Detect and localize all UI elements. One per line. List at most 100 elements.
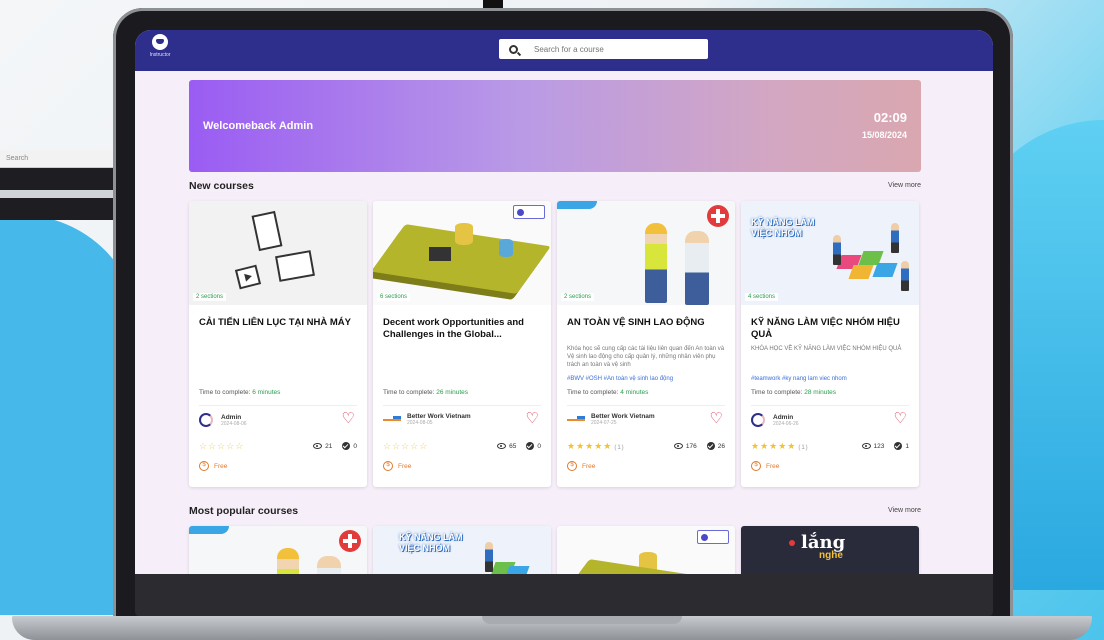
- decorative-shape: [557, 201, 597, 209]
- rating-stars: ☆☆☆☆☆: [383, 441, 429, 451]
- welcome-banner: Welcomeback Admin 02:09 15/08/2024: [189, 80, 921, 172]
- completions-count: 0: [353, 442, 357, 450]
- search-input[interactable]: [534, 44, 694, 54]
- time-to-complete: Time to complete: 26 minutes: [383, 389, 468, 396]
- course-price: $ Free: [199, 461, 227, 471]
- person-illustration: [833, 235, 841, 265]
- coin-icon: $: [383, 461, 393, 471]
- course-title[interactable]: AN TOÀN VỆ SINH LAO ĐỘNG: [567, 317, 727, 329]
- views-stat: 21: [313, 443, 332, 450]
- card-divider: [751, 405, 909, 406]
- rating-stars: ★★★★★ (1): [567, 441, 625, 451]
- course-card[interactable]: [557, 526, 735, 574]
- views-count: 65: [509, 442, 517, 450]
- time-to-complete: Time to complete: 4 minutes: [567, 389, 648, 396]
- person-illustration: [485, 542, 493, 572]
- views-count: 123: [873, 442, 885, 450]
- course-card[interactable]: 2 sections AN TOÀN VỆ SINH LAO ĐỘNG Khóa…: [557, 201, 735, 487]
- course-thumbnail[interactable]: [189, 526, 367, 574]
- worker-illustration: [685, 231, 709, 305]
- search-bar[interactable]: [499, 39, 708, 59]
- document-icon: [251, 210, 283, 252]
- course-thumbnail[interactable]: [557, 526, 735, 574]
- coin-icon: $: [567, 461, 577, 471]
- course-author: Admin 2024-08-06: [199, 413, 247, 427]
- laptop-notch: [482, 616, 682, 624]
- completions-stat: 0: [342, 442, 357, 450]
- course-card[interactable]: 2 sections CẢI TIẾN LIÊN LỤC TẠI NHÀ MÁY…: [189, 201, 367, 487]
- course-price: $ Free: [383, 461, 411, 471]
- course-thumbnail[interactable]: 2 sections: [557, 201, 735, 305]
- course-stats: 21 0: [313, 442, 357, 450]
- chip-illustration: [429, 247, 451, 261]
- sections-count: 6 sections: [377, 293, 411, 301]
- author-name: Better Work Vietnam: [591, 413, 655, 420]
- views-count: 176: [685, 442, 697, 450]
- heart-icon[interactable]: ♡: [342, 411, 355, 426]
- course-card[interactable]: [189, 526, 367, 574]
- time-value: 28 minutes: [804, 389, 837, 396]
- course-title[interactable]: CẢI TIẾN LIÊN LỤC TẠI NHÀ MÁY: [199, 317, 359, 329]
- author-name: Admin: [773, 413, 794, 421]
- course-thumbnail[interactable]: 6 sections: [373, 201, 551, 305]
- coin-icon: $: [199, 461, 209, 471]
- author-name: Better Work Vietnam: [407, 413, 471, 420]
- price-label: Free: [582, 462, 596, 470]
- app-logo[interactable]: Instructor: [145, 34, 175, 58]
- time-label: Time to complete:: [751, 389, 803, 396]
- course-description: KHÓA HỌC VỀ KỸ NĂNG LÀM VIỆC NHÓM HIỆU Q…: [751, 346, 902, 352]
- better-work-logo-icon: [383, 415, 401, 424]
- heart-icon[interactable]: ♡: [526, 411, 539, 426]
- course-card[interactable]: KỸ NĂNG LÀM VIỆC NHÓM: [373, 526, 551, 574]
- completions-stat: 1: [894, 442, 909, 450]
- completions-count: 0: [537, 442, 541, 450]
- time-label: Time to complete:: [383, 389, 435, 396]
- sections-count: 2 sections: [193, 293, 227, 301]
- card-divider: [567, 405, 725, 406]
- author-date: 2024-08-05: [407, 420, 433, 426]
- eye-icon: [861, 443, 871, 449]
- decorative-shape: [189, 526, 229, 534]
- coin-icon: $: [751, 461, 761, 471]
- course-thumbnail[interactable]: KỸ NĂNG LÀM VIỆC NHÓM 4 sections: [741, 201, 919, 305]
- better-work-logo-icon: [567, 415, 585, 424]
- puzzle-piece: [872, 263, 898, 277]
- capacitor-illustration: [499, 239, 513, 257]
- heart-icon[interactable]: ♡: [710, 411, 723, 426]
- course-price: $ Free: [751, 461, 779, 471]
- avatar: [751, 413, 765, 427]
- course-card[interactable]: lắng nghe: [741, 526, 919, 574]
- course-title[interactable]: Decent work Opportunities and Challenges…: [383, 317, 543, 341]
- welcome-date: 15/08/2024: [861, 130, 907, 140]
- time-to-complete: Time to complete: 6 minutes: [199, 389, 280, 396]
- course-author: Better Work Vietnam 2024-08-05: [383, 413, 471, 426]
- completions-stat: 26: [706, 442, 725, 450]
- author-date: 2024-06-26: [773, 420, 799, 427]
- time-label: Time to complete:: [567, 389, 619, 396]
- course-thumbnail[interactable]: KỸ NĂNG LÀM VIỆC NHÓM: [373, 526, 551, 574]
- welcome-title: Welcomeback Admin: [203, 120, 314, 132]
- course-card[interactable]: KỸ NĂNG LÀM VIỆC NHÓM 4 sections KỸ NĂNG…: [741, 201, 919, 487]
- card-divider: [199, 405, 357, 406]
- search-icon: [509, 44, 518, 54]
- heart-icon[interactable]: ♡: [894, 411, 907, 426]
- time-value: 4 minutes: [620, 389, 649, 396]
- image-document-icon: [275, 250, 315, 282]
- course-card[interactable]: 6 sections Decent work Opportunities and…: [373, 201, 551, 487]
- background-window: Search: [0, 150, 118, 220]
- thumbnail-heading: KỸ NĂNG LÀM VIỆC NHÓM: [399, 532, 463, 553]
- eye-icon: [497, 443, 507, 449]
- course-thumbnail[interactable]: lắng nghe: [741, 526, 919, 574]
- course-title[interactable]: KỸ NĂNG LÀM VIỆC NHÓM HIỆU QUẢ: [751, 317, 911, 341]
- author-date: 2024-07-25: [591, 420, 617, 426]
- course-thumbnail[interactable]: 2 sections: [189, 201, 367, 305]
- brand-logo-badge: [513, 205, 545, 219]
- rating-count: (1): [614, 445, 625, 451]
- app-header: Instructor: [135, 30, 993, 71]
- new-courses-view-more-link[interactable]: View more: [888, 182, 921, 189]
- completions-count: 1: [905, 442, 909, 450]
- completions-count: 26: [717, 442, 725, 450]
- popular-courses-view-more-link[interactable]: View more: [888, 507, 921, 514]
- laptop-base: [12, 616, 1092, 640]
- course-stats: 123 1: [861, 442, 909, 450]
